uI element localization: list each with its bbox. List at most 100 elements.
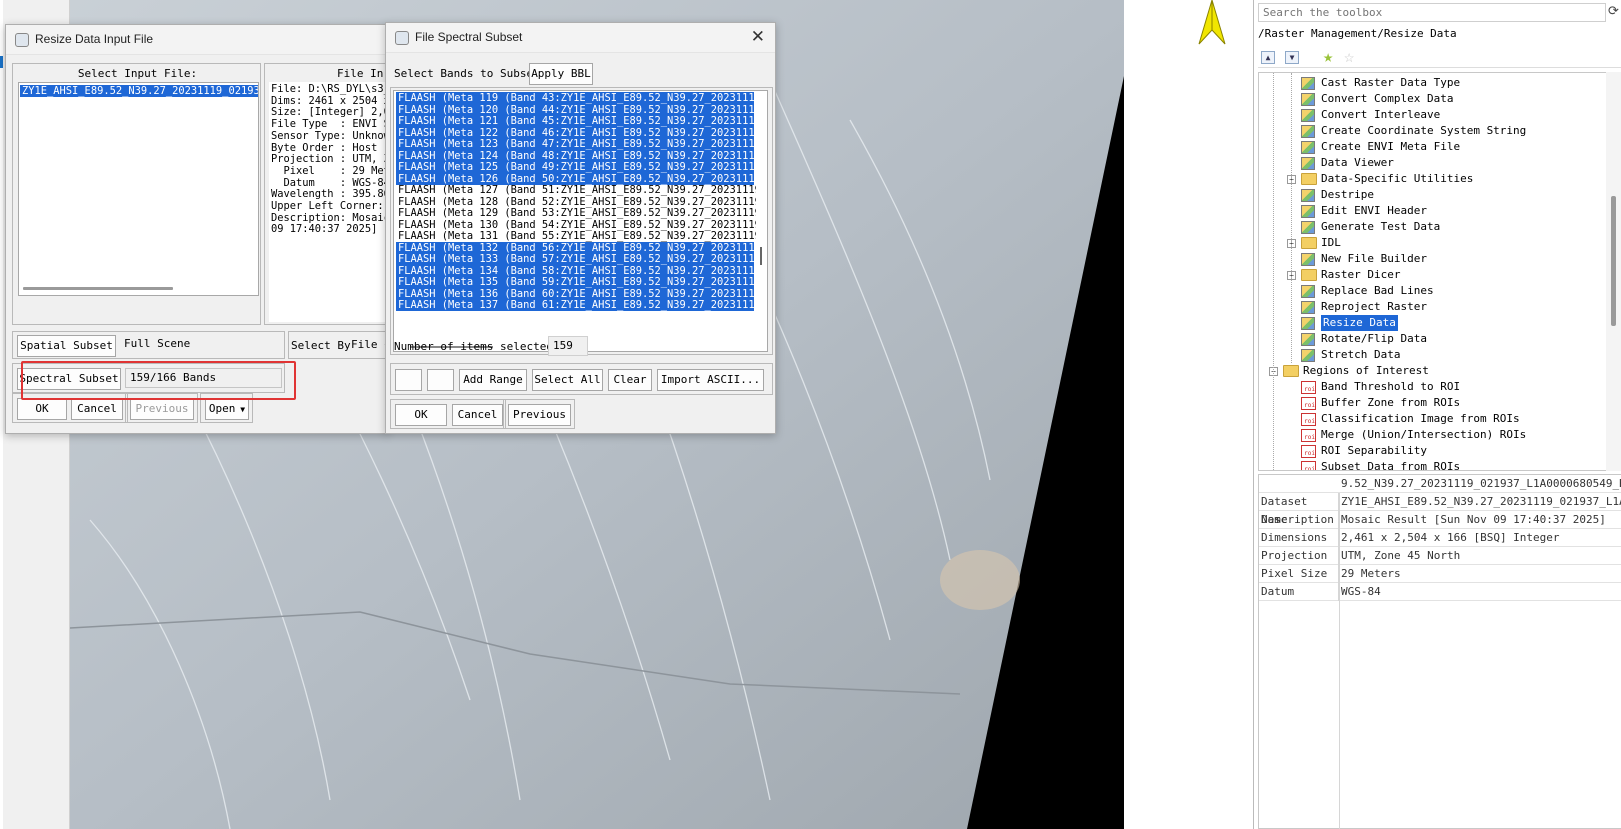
spectral-previous-button[interactable]: Previous	[508, 404, 571, 426]
band-list-item[interactable]: FLAASH (Meta 127 (Band 51:ZY1E_AHSI_E89.…	[396, 184, 767, 196]
tree-item[interactable]: Stretch Data	[1259, 347, 1609, 363]
band-list-item[interactable]: FLAASH (Meta 122 (Band 46:ZY1E_AHSI_E89.…	[396, 126, 767, 139]
toolbox-search-input[interactable]	[1258, 3, 1606, 22]
resize-dialog-titlebar[interactable]: Resize Data Input File	[6, 25, 387, 55]
select-input-label: Select Input File:	[77, 67, 198, 80]
close-icon[interactable]: ✕	[751, 27, 765, 47]
tool-icon	[1301, 109, 1315, 122]
file-info-line: Description: Mosaic	[271, 211, 390, 224]
add-favorite-icon[interactable]: ★	[1323, 48, 1333, 66]
band-list-item[interactable]: FLAASH (Meta 125 (Band 49:ZY1E_AHSI_E89.…	[396, 161, 767, 173]
band-list-item[interactable]: FLAASH (Meta 129 (Band 53:ZY1E_AHSI_E89.…	[396, 207, 767, 219]
band-list[interactable]: FLAASH (Meta 119 (Band 43:ZY1E_AHSI_E89.…	[393, 90, 768, 352]
band-list-item[interactable]: FLAASH (Meta 134 (Band 58:ZY1E_AHSI_E89.…	[396, 264, 767, 277]
clear-button[interactable]: Clear	[608, 369, 652, 391]
tree-item[interactable]: Generate Test Data	[1259, 219, 1609, 235]
band-list-item[interactable]: FLAASH (Meta 124 (Band 48:ZY1E_AHSI_E89.…	[396, 149, 767, 162]
apply-bbl-button[interactable]: Apply BBL	[529, 63, 593, 85]
roi-icon: roi	[1301, 445, 1316, 458]
property-key: Datum	[1261, 583, 1339, 601]
tree-item[interactable]: Destripe	[1259, 187, 1609, 203]
tree-item[interactable]: roi Classification Image from ROIs	[1259, 411, 1609, 427]
input-file-hscroll[interactable]	[23, 287, 173, 290]
input-file-list[interactable]: ZY1E_AHSI_E89.52_N39.27_20231119_021937_	[18, 82, 259, 296]
tree-item[interactable]: roi ROI Separability	[1259, 443, 1609, 459]
tree-item[interactable]: Reproject Raster	[1259, 299, 1609, 315]
previous-button[interactable]: Previous	[130, 398, 194, 420]
tree-item[interactable]: + Raster Dicer	[1259, 267, 1609, 283]
tree-item[interactable]: roi Merge (Union/Intersection) ROIs	[1259, 427, 1609, 443]
spatial-subset-value: Full Scene	[120, 335, 280, 355]
items-selected-label: Number of items selected:	[394, 340, 560, 353]
tool-icon	[1301, 141, 1315, 154]
select-by-value[interactable]: File	[351, 338, 378, 351]
tree-item[interactable]: Cast Raster Data Type	[1259, 75, 1609, 91]
folder-icon	[1301, 269, 1317, 281]
tree-item-label: Create ENVI Meta File	[1321, 140, 1461, 153]
ok-button[interactable]: OK	[17, 398, 67, 420]
band-list-item[interactable]: FLAASH (Meta 126 (Band 50:ZY1E_AHSI_E89.…	[396, 172, 767, 185]
toolbox-tree-scroll-thumb[interactable]	[1611, 196, 1616, 326]
file-info-line: Dims: 2461 x 2504 x	[271, 94, 390, 107]
spectral-dialog-titlebar[interactable]: File Spectral Subset ✕	[386, 23, 775, 53]
tree-item[interactable]: Convert Complex Data	[1259, 91, 1609, 107]
band-list-item[interactable]: FLAASH (Meta 137 (Band 61:ZY1E_AHSI_E89.…	[396, 299, 767, 311]
import-ascii-button[interactable]: Import ASCII...	[657, 369, 764, 391]
tree-item[interactable]: roi Subset Data from ROIs	[1259, 459, 1609, 470]
tree-item[interactable]: Rotate/Flip Data	[1259, 331, 1609, 347]
tree-item[interactable]: + Data-Specific Utilities	[1259, 171, 1609, 187]
property-key: Projection	[1261, 547, 1339, 565]
band-list-vscroll-thumb[interactable]	[760, 247, 762, 265]
remove-favorite-icon[interactable]: ☆	[1344, 48, 1354, 66]
select-all-button[interactable]: Select All	[532, 369, 603, 391]
tree-item[interactable]: Edit ENVI Header	[1259, 203, 1609, 219]
expand-down-icon[interactable]: ▼	[1285, 51, 1299, 64]
property-row: Pixel Size 29 Meters	[1259, 565, 1621, 583]
band-list-item[interactable]: FLAASH (Meta 123 (Band 47:ZY1E_AHSI_E89.…	[396, 138, 767, 150]
tree-item[interactable]: Create ENVI Meta File	[1259, 139, 1609, 155]
range-end-field[interactable]	[427, 369, 454, 391]
tree-item[interactable]: Resize Data	[1259, 315, 1609, 331]
input-file-item[interactable]: ZY1E_AHSI_E89.52_N39.27_20231119_021937_	[20, 85, 258, 97]
property-value: 29 Meters	[1341, 567, 1401, 580]
band-list-item[interactable]: FLAASH (Meta 132 (Band 56:ZY1E_AHSI_E89.…	[396, 241, 767, 254]
toolbox-tree[interactable]: Cast Raster Data Type Convert Complex Dat…	[1258, 72, 1610, 471]
tree-item[interactable]: Data Viewer	[1259, 155, 1609, 171]
tree-item[interactable]: − Regions of Interest	[1259, 363, 1609, 379]
file-info-line: File Type : ENVI S	[271, 118, 390, 131]
select-by-row: Select By File ⬇	[288, 331, 390, 359]
band-list-item[interactable]: FLAASH (Meta 131 (Band 55:ZY1E_AHSI_E89.…	[396, 230, 767, 242]
tree-item[interactable]: + IDL	[1259, 235, 1609, 251]
open-button[interactable]: Open ▼	[205, 398, 249, 420]
tree-item[interactable]: Convert Interleave	[1259, 107, 1609, 123]
band-list-item[interactable]: FLAASH (Meta 136 (Band 60:ZY1E_AHSI_E89.…	[396, 287, 767, 300]
tree-item[interactable]: roi Band Threshold to ROI	[1259, 379, 1609, 395]
band-list-item[interactable]: FLAASH (Meta 119 (Band 43:ZY1E_AHSI_E89.…	[396, 92, 767, 104]
tool-icon	[1301, 333, 1315, 346]
roi-icon: roi	[1301, 397, 1316, 410]
tree-item[interactable]: Replace Bad Lines	[1259, 283, 1609, 299]
spectral-cancel-button[interactable]: Cancel	[452, 404, 503, 426]
range-start-field[interactable]	[395, 369, 422, 391]
band-list-vscroll[interactable]	[756, 91, 767, 351]
spectral-ok-button[interactable]: OK	[395, 404, 447, 426]
band-list-item[interactable]: FLAASH (Meta 121 (Band 45:ZY1E_AHSI_E89.…	[396, 115, 767, 127]
tree-item[interactable]: roi Buffer Zone from ROIs	[1259, 395, 1609, 411]
roi-icon: roi	[1301, 429, 1316, 442]
band-list-item[interactable]: FLAASH (Meta 133 (Band 57:ZY1E_AHSI_E89.…	[396, 253, 767, 265]
band-list-item[interactable]: FLAASH (Meta 135 (Band 59:ZY1E_AHSI_E89.…	[396, 276, 767, 288]
screen: ⟳ /Raster Management/Resize Data ▲ ▼ ★ ☆…	[0, 0, 1621, 829]
cancel-button[interactable]: Cancel	[71, 398, 123, 420]
tree-item[interactable]: New File Builder	[1259, 251, 1609, 267]
spectral-previous-group: Previous	[503, 399, 575, 429]
folder-icon	[1301, 237, 1317, 249]
spatial-subset-button[interactable]: Spatial Subset	[17, 335, 116, 357]
tool-icon	[1301, 349, 1315, 362]
band-list-item[interactable]: FLAASH (Meta 120 (Band 44:ZY1E_AHSI_E89.…	[396, 103, 767, 116]
band-list-item[interactable]: FLAASH (Meta 128 (Band 52:ZY1E_AHSI_E89.…	[396, 196, 767, 208]
refresh-icon[interactable]: ⟳	[1608, 4, 1621, 20]
tree-item[interactable]: Create Coordinate System String	[1259, 123, 1609, 139]
collapse-up-icon[interactable]: ▲	[1261, 51, 1275, 64]
band-list-item[interactable]: FLAASH (Meta 130 (Band 54:ZY1E_AHSI_E89.…	[396, 219, 767, 231]
add-range-button[interactable]: Add Range	[459, 369, 527, 391]
